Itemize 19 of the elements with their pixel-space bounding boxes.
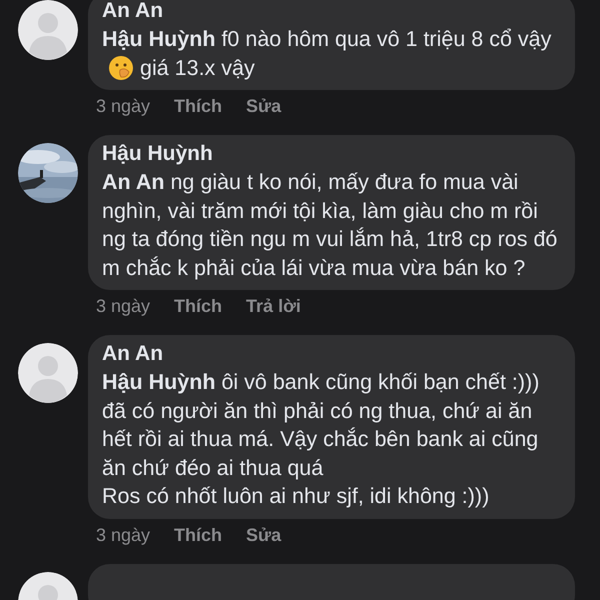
timestamp: 3 ngày <box>96 96 150 117</box>
comment-text: giá 13.x vậy <box>140 56 255 80</box>
avatar-icon[interactable] <box>18 0 78 60</box>
timestamp: 3 ngày <box>96 296 150 317</box>
author-name[interactable]: An An <box>102 340 561 368</box>
comment-text: Hậu Huỳnh f0 nào hôm qua vô 1 triệu 8 cổ vậy <box>102 27 552 51</box>
action-link[interactable]: Thích <box>174 524 222 546</box>
avatar-icon[interactable] <box>18 343 78 403</box>
author-name[interactable]: An An <box>102 0 561 25</box>
comment-text: Hậu Huỳnh ôi vô bank cũng khối bạn chết :))) đã có người ăn thì phải có ng thua, chứ ai ăn hết rồi ai thua má. Vậy chắc bên bank ai cũng ăn chứ đéo ai thua quá Ros có nhốt luôn ai như sjf, idi không :))) <box>102 370 540 508</box>
action-link[interactable]: Sửa <box>246 524 282 546</box>
action-link[interactable]: Thích <box>174 96 222 117</box>
emoji-icon <box>108 54 134 80</box>
author-name[interactable]: Hậu Huỳnh <box>102 140 561 168</box>
action-link[interactable]: Sửa <box>246 96 282 117</box>
action-link[interactable]: Thích <box>174 296 222 317</box>
timestamp: 3 ngày <box>96 524 150 546</box>
comment-text: An An ng giàu t ko nói, mấy đưa fo mua vài nghìn, vài trăm mới tội kìa, làm giàu cho m rồi ng ta đóng tiền ngu m vui lắm hả, 1tr8 cp ros đó m chắc k phải của lái vừa mua vừa bán ko ? <box>102 170 558 280</box>
action-link[interactable]: Trả lời <box>246 296 301 317</box>
